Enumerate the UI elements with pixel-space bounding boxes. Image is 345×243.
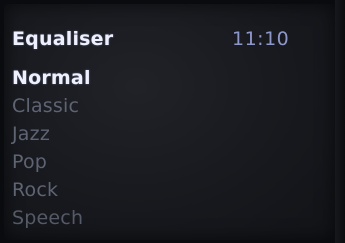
clock: 11:10 <box>232 28 290 50</box>
menu-item-speech[interactable]: Speech <box>12 206 91 234</box>
screen-header: Equaliser 11:10 <box>12 28 323 56</box>
menu-item-rock[interactable]: Rock <box>12 178 91 206</box>
device-edge <box>335 0 345 243</box>
menu-item-classic[interactable]: Classic <box>12 94 91 122</box>
screen-title: Equaliser <box>12 28 114 50</box>
display-screen: Equaliser 11:10 Normal Classic Jazz Pop … <box>4 4 335 240</box>
menu-item-normal[interactable]: Normal <box>12 66 91 94</box>
menu-item-pop[interactable]: Pop <box>12 150 91 178</box>
menu-item-jazz[interactable]: Jazz <box>12 122 91 150</box>
equaliser-menu: Normal Classic Jazz Pop Rock Speech <box>12 66 91 234</box>
